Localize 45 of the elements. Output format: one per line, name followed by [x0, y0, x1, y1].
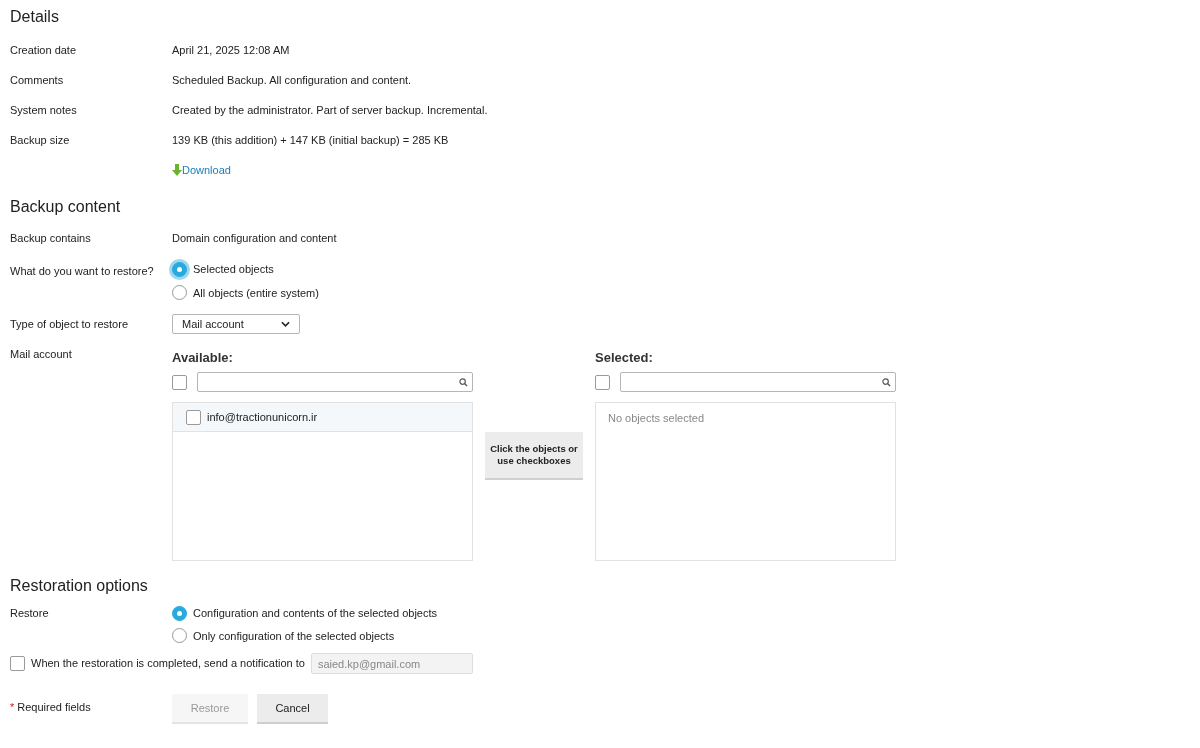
required-mark: *: [10, 700, 15, 715]
field-value: Created by the administrator. Part of server backup. Incremental.: [172, 102, 488, 118]
field-label: Restore: [10, 606, 50, 621]
radio-button[interactable]: [172, 628, 187, 644]
search-field[interactable]: [620, 372, 896, 392]
form-button[interactable]: Cancel: [257, 694, 328, 724]
download-arrow-icon: [172, 164, 182, 176]
required-fields-note: Required fields: [17, 700, 91, 715]
search-icon: [882, 377, 891, 387]
move-hint-button[interactable]: Click the objects or use checkboxes: [485, 432, 583, 480]
section-heading: Details: [10, 7, 60, 27]
checkbox[interactable]: [595, 374, 610, 390]
field-label: Backup contains: [10, 230, 92, 246]
list-heading: Selected:: [595, 349, 654, 366]
radio-label: All objects (entire system): [193, 285, 319, 301]
field-label: Type of object to restore: [10, 316, 129, 332]
field-label: What do you want to restore?: [10, 264, 155, 277]
radio-label: Configuration and contents of the selected objects: [193, 606, 437, 621]
section-heading: Restoration options: [10, 576, 149, 596]
download-link[interactable]: Download: [172, 161, 231, 179]
checkbox[interactable]: [186, 409, 201, 425]
field-label: System notes: [10, 102, 78, 118]
radio-button[interactable]: [172, 605, 187, 621]
field-value: Scheduled Backup. All configuration and content.: [172, 72, 412, 88]
field-label: Comments: [10, 72, 65, 88]
search-icon: [459, 377, 468, 387]
radio-button[interactable]: [172, 285, 187, 301]
radio-label: Only configuration of the selected objects: [193, 628, 395, 644]
radio-label: Selected objects: [193, 262, 274, 277]
chevron-down-icon: [281, 321, 290, 327]
empty-list-message: No objects selected: [608, 412, 704, 424]
field-label: Creation date: [10, 42, 78, 58]
field-value: April 21, 2025 12:08 AM: [172, 42, 290, 58]
search-field[interactable]: [197, 372, 473, 392]
field-value: 139 KB (this addition) + 147 KB (initial backup) = 285 KB: [172, 132, 449, 148]
field-label: Mail account: [10, 347, 73, 360]
list-item[interactable]: info@tractionunicorn.ir: [173, 403, 472, 432]
radio-button[interactable]: [172, 261, 187, 277]
list-heading: Available:: [172, 349, 234, 366]
field-label: Backup size: [10, 132, 71, 148]
object-type-dropdown[interactable]: Mail account: [172, 314, 300, 334]
section-heading: Backup content: [10, 197, 122, 217]
checkbox[interactable]: [172, 374, 187, 390]
field-value: Domain configuration and content: [172, 230, 337, 246]
notification-label: When the restoration is completed, send a notification to: [31, 656, 305, 672]
